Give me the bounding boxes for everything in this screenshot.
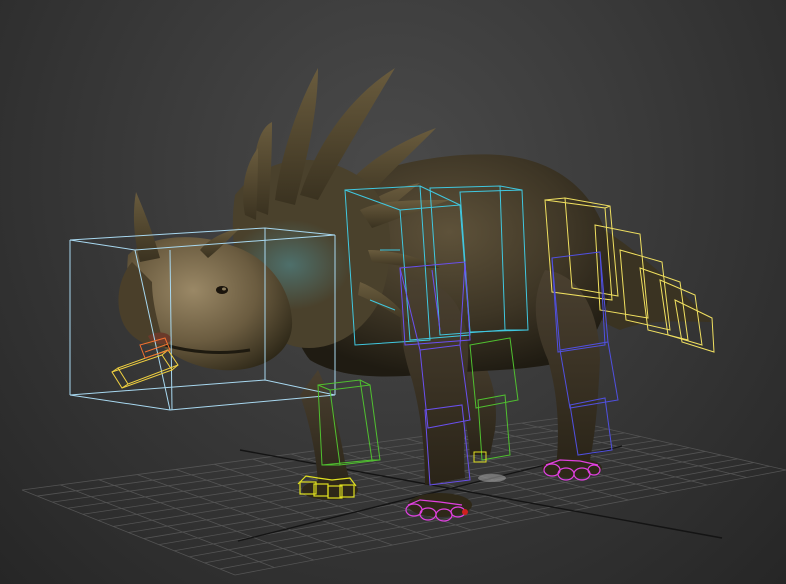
dinosaur-mesh[interactable] [118, 68, 712, 517]
eye-highlight [222, 287, 226, 291]
ground-grid [21, 417, 786, 576]
foot-pivot-marker[interactable] [462, 509, 468, 515]
scene-canvas[interactable] [0, 0, 786, 584]
frill-spike [243, 148, 258, 220]
3d-viewport[interactable] [0, 0, 786, 584]
jaw-bone[interactable] [111, 349, 179, 389]
eye [216, 286, 228, 294]
nose-horn [133, 192, 160, 262]
root-helper[interactable] [478, 474, 506, 482]
